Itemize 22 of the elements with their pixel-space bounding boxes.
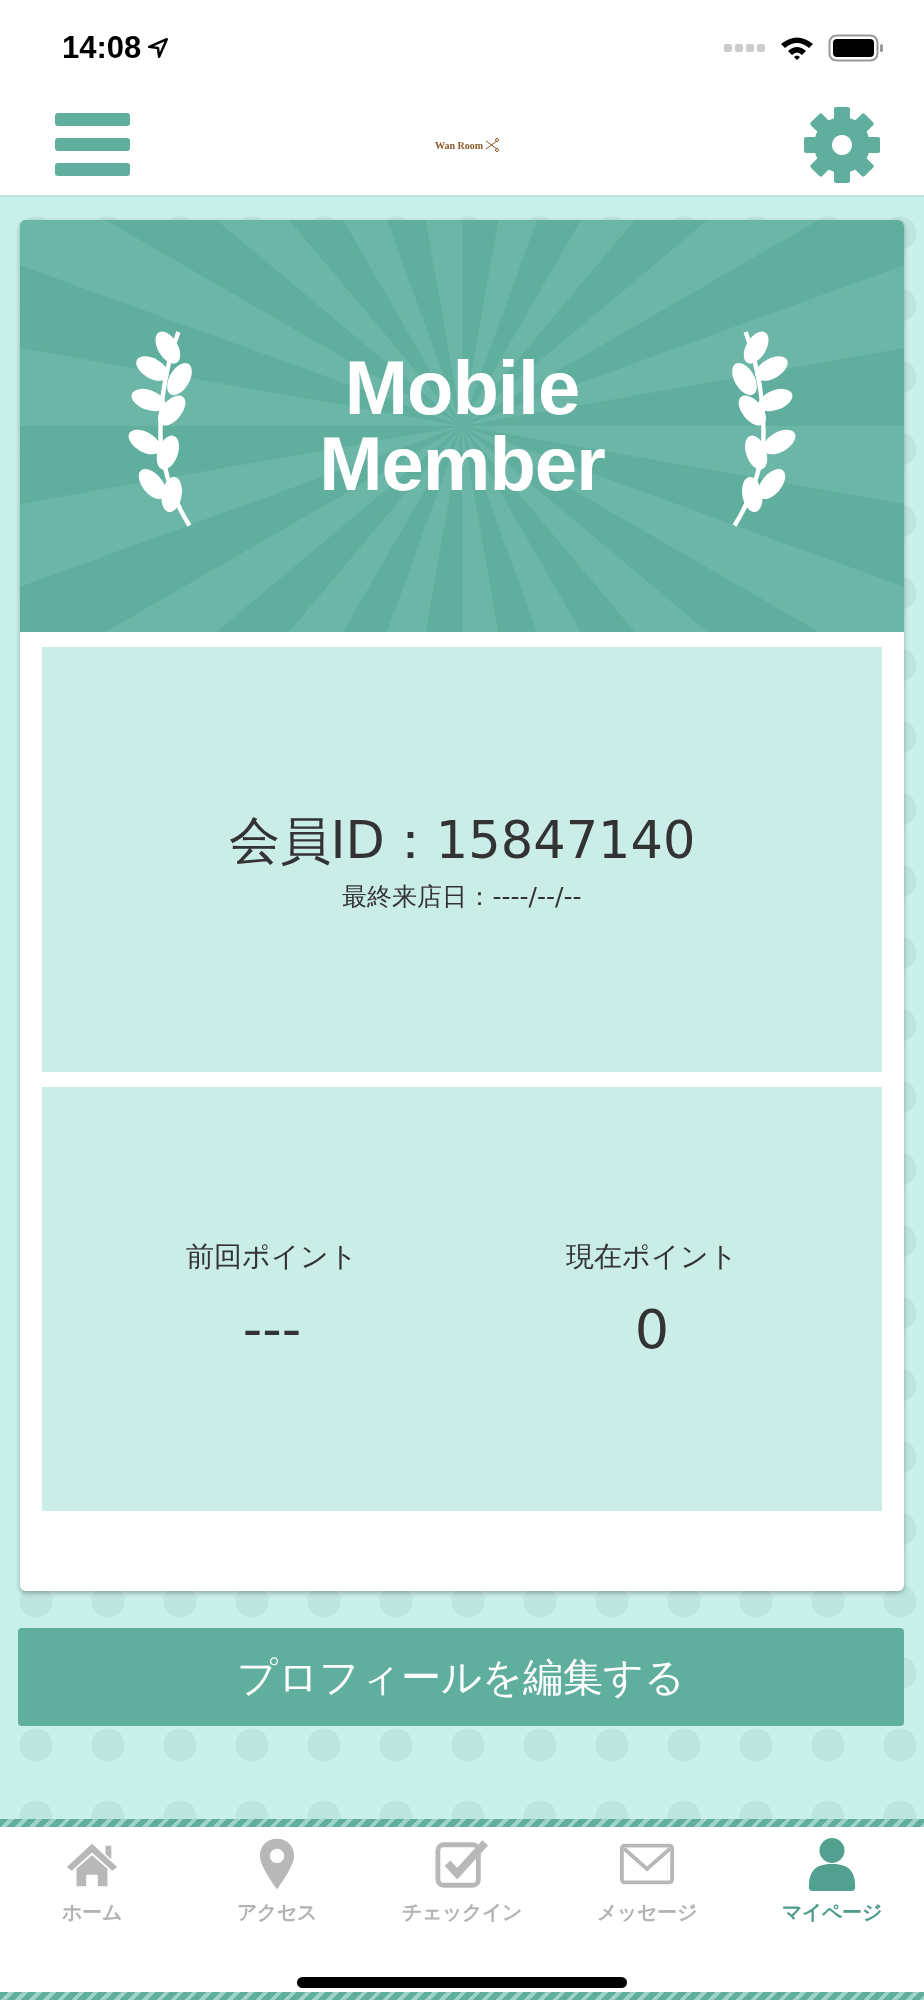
points-label: 前回ポイント <box>186 1238 358 1275</box>
tab-item[interactable]: ホーム <box>0 1827 185 1945</box>
menu-icon[interactable] <box>55 113 130 177</box>
scissors-icon <box>485 138 500 152</box>
edit-profile-button[interactable]: プロフィールを編集する <box>18 1628 904 1726</box>
battery-icon <box>828 33 884 62</box>
tab-item[interactable]: マイページ <box>739 1827 924 1945</box>
settings-icon[interactable] <box>804 107 880 183</box>
signal-icon <box>724 42 766 53</box>
member-id: 会員ID：15847140 <box>228 809 696 872</box>
tab-item[interactable]: アクセス <box>184 1827 370 1945</box>
points-value: --- <box>242 1297 302 1361</box>
banner-title: Mobile Member <box>319 350 605 502</box>
points-label: 現在ポイント <box>566 1238 738 1275</box>
location-arrow-icon <box>147 36 170 59</box>
checkbox-icon <box>433 1837 491 1891</box>
tab-item[interactable]: メッセージ <box>554 1827 740 1945</box>
clock-time: 14:08 <box>62 29 142 66</box>
logo-text: Wan Room <box>434 139 484 151</box>
points-value: 0 <box>634 1297 670 1361</box>
tab-item[interactable]: チェックイン <box>369 1827 555 1945</box>
last-visit-date: 最終来店日：----/--/-- <box>342 880 582 913</box>
